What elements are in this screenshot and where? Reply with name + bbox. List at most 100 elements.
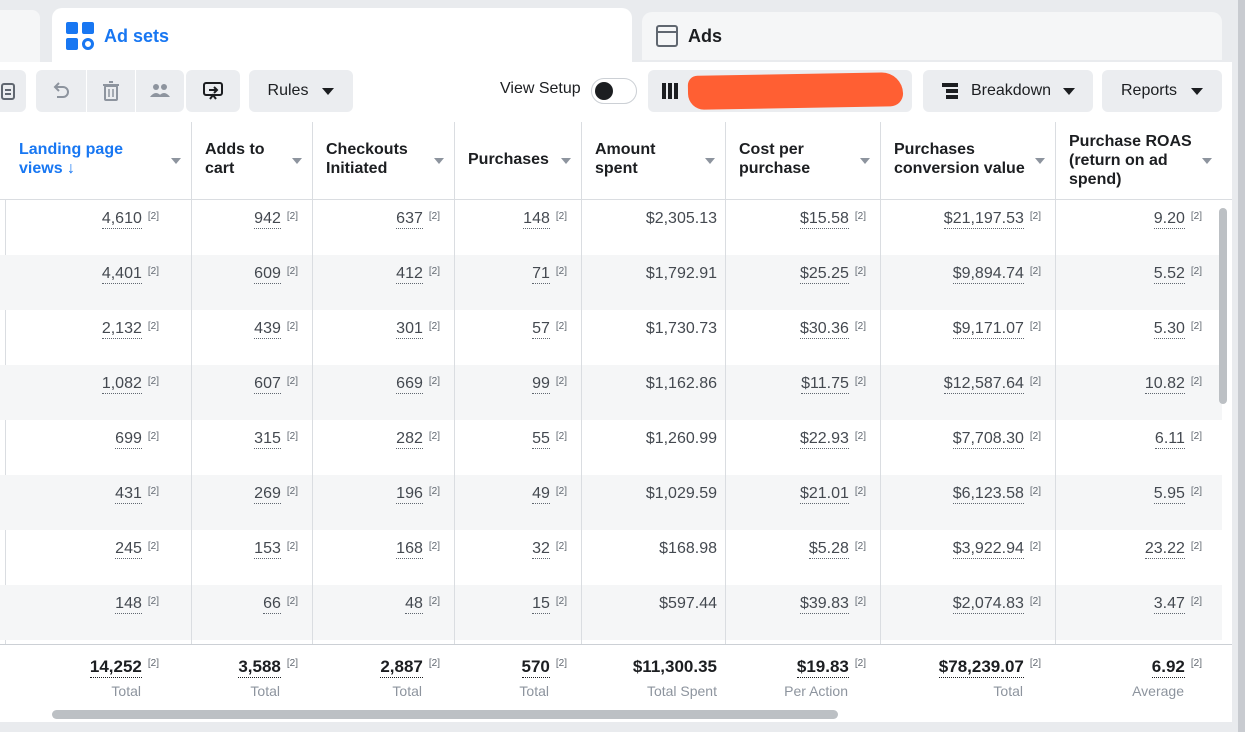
footnote-marker[interactable]: [2] — [429, 541, 440, 552]
footnote-marker[interactable]: [2] — [287, 211, 298, 222]
cell-value[interactable]: 5.30 — [1153, 320, 1185, 339]
table-row[interactable]: 4,401 [2] 609 [2] 412 [2] 71 [2] $1,792.91 $25.25… — [0, 255, 1222, 310]
column-header-amount-spent[interactable]: Amount spent — [582, 122, 725, 200]
cell-value[interactable]: 10.82 — [1144, 375, 1185, 394]
cell-value[interactable]: 439 — [254, 320, 281, 339]
breakdown-button[interactable]: Breakdown — [923, 70, 1093, 112]
view-setup-toggle[interactable] — [591, 78, 637, 104]
footnote-marker[interactable]: [2] — [556, 266, 567, 277]
cell-value[interactable]: 942 — [254, 210, 281, 229]
cell-value[interactable]: 66 — [263, 595, 281, 614]
cell-value[interactable]: 148 — [523, 210, 550, 229]
footnote-marker[interactable]: [2] — [556, 486, 567, 497]
footnote-marker[interactable]: [2] — [1030, 211, 1041, 222]
footnote-marker[interactable]: [2] — [556, 321, 567, 332]
footnote-marker[interactable]: [2] — [855, 486, 866, 497]
footnote-marker[interactable]: [2] — [556, 376, 567, 387]
footnote-marker[interactable]: [2] — [287, 658, 298, 669]
column-header-landing-page-views[interactable]: Landing page views ↓ — [6, 122, 191, 200]
footnote-marker[interactable]: [2] — [855, 211, 866, 222]
footnote-marker[interactable]: [2] — [1191, 486, 1202, 497]
footnote-marker[interactable]: [2] — [287, 321, 298, 332]
rules-button[interactable]: Rules — [249, 70, 353, 112]
footnote-marker[interactable]: [2] — [1030, 658, 1041, 669]
footnote-marker[interactable]: [2] — [1030, 431, 1041, 442]
sort-menu-icon[interactable] — [434, 158, 444, 164]
cell-value[interactable]: 637 — [396, 210, 423, 229]
sort-menu-icon[interactable] — [561, 158, 571, 164]
cell-value[interactable]: $21,197.53 — [943, 210, 1024, 229]
footnote-marker[interactable]: [2] — [1030, 266, 1041, 277]
cell-value[interactable]: 32 — [532, 540, 550, 559]
footnote-marker[interactable]: [2] — [287, 541, 298, 552]
footnote-marker[interactable]: [2] — [1191, 321, 1202, 332]
column-header-checkouts-initiated[interactable]: Checkouts Initiated — [313, 122, 454, 200]
cell-value[interactable]: $5.28 — [808, 540, 849, 559]
cell-value[interactable]: $21.01 — [799, 485, 849, 504]
footnote-marker[interactable]: [2] — [148, 266, 159, 277]
footnote-marker[interactable]: [2] — [1191, 266, 1202, 277]
footnote-marker[interactable]: [2] — [429, 486, 440, 497]
footnote-marker[interactable]: [2] — [855, 321, 866, 332]
footnote-marker[interactable]: [2] — [287, 376, 298, 387]
cell-value[interactable]: 168 — [396, 540, 423, 559]
delete-button[interactable] — [87, 70, 135, 112]
footnote-marker[interactable]: [2] — [855, 541, 866, 552]
table-row[interactable]: 148 [2] 66 [2] 48 [2] 15 [2] $597.44 $39.83 [2] $2,… — [0, 585, 1222, 640]
cell-value[interactable]: 71 — [532, 265, 550, 284]
cell-value[interactable]: 431 — [115, 485, 142, 504]
audience-button[interactable] — [136, 70, 184, 112]
cell-value[interactable]: 607 — [254, 375, 281, 394]
footnote-marker[interactable]: [2] — [855, 376, 866, 387]
previous-tab-stub[interactable] — [0, 10, 40, 62]
column-divider[interactable] — [191, 122, 192, 702]
footnote-marker[interactable]: [2] — [429, 266, 440, 277]
cell-value[interactable]: 6.11 — [1154, 430, 1185, 449]
cell-value[interactable]: 3.47 — [1153, 595, 1185, 614]
cell-value[interactable]: 669 — [396, 375, 423, 394]
sort-menu-icon[interactable] — [705, 158, 715, 164]
cell-value[interactable]: 23.22 — [1144, 540, 1185, 559]
cell-value[interactable]: 5.95 — [1153, 485, 1185, 504]
cell-value[interactable]: 4,610 — [101, 210, 142, 229]
cell-value[interactable]: 2,132 — [101, 320, 142, 339]
cell-value[interactable]: $12,587.64 — [943, 375, 1024, 394]
footnote-marker[interactable]: [2] — [1030, 486, 1041, 497]
footnote-marker[interactable]: [2] — [855, 658, 866, 669]
footnote-marker[interactable]: [2] — [1030, 596, 1041, 607]
cell-value[interactable]: 315 — [254, 430, 281, 449]
footnote-marker[interactable]: [2] — [556, 541, 567, 552]
footnote-marker[interactable]: [2] — [287, 596, 298, 607]
footnote-marker[interactable]: [2] — [148, 596, 159, 607]
footnote-marker[interactable]: [2] — [429, 321, 440, 332]
column-divider[interactable] — [454, 122, 455, 702]
cell-value[interactable]: $9,894.74 — [952, 265, 1024, 284]
cell-value[interactable]: $3,922.94 — [952, 540, 1024, 559]
cell-value[interactable]: $11.75 — [801, 375, 849, 394]
footnote-marker[interactable]: [2] — [148, 658, 159, 669]
cell-value[interactable]: $15.58 — [799, 210, 849, 229]
cell-value[interactable]: 1,082 — [101, 375, 142, 394]
footnote-marker[interactable]: [2] — [148, 376, 159, 387]
column-divider[interactable] — [725, 122, 726, 702]
cell-value[interactable]: 48 — [405, 595, 423, 614]
footnote-marker[interactable]: [2] — [1191, 541, 1202, 552]
footnote-marker[interactable]: [2] — [429, 596, 440, 607]
export-button[interactable] — [186, 70, 240, 112]
cell-value[interactable]: 412 — [396, 265, 423, 284]
footnote-marker[interactable]: [2] — [1030, 321, 1041, 332]
table-row[interactable]: 699 [2] 315 [2] 282 [2] 55 [2] $1,260.99 $22.93 [2… — [0, 420, 1222, 475]
footnote-marker[interactable]: [2] — [1191, 211, 1202, 222]
cell-value[interactable]: 4,401 — [101, 265, 142, 284]
footnote-marker[interactable]: [2] — [1191, 596, 1202, 607]
cell-value[interactable]: $7,708.30 — [952, 430, 1024, 449]
footnote-marker[interactable]: [2] — [429, 376, 440, 387]
footnote-marker[interactable]: [2] — [429, 431, 440, 442]
cell-value[interactable]: $2,074.83 — [952, 595, 1024, 614]
vertical-scrollbar[interactable] — [1219, 208, 1227, 404]
horizontal-scrollbar[interactable] — [52, 710, 838, 719]
column-divider[interactable] — [581, 122, 582, 702]
footnote-marker[interactable]: [2] — [1191, 431, 1202, 442]
cell-value[interactable]: 699 — [115, 430, 142, 449]
table-row[interactable]: 2,132 [2] 439 [2] 301 [2] 57 [2] $1,730.73 $30.36… — [0, 310, 1222, 365]
